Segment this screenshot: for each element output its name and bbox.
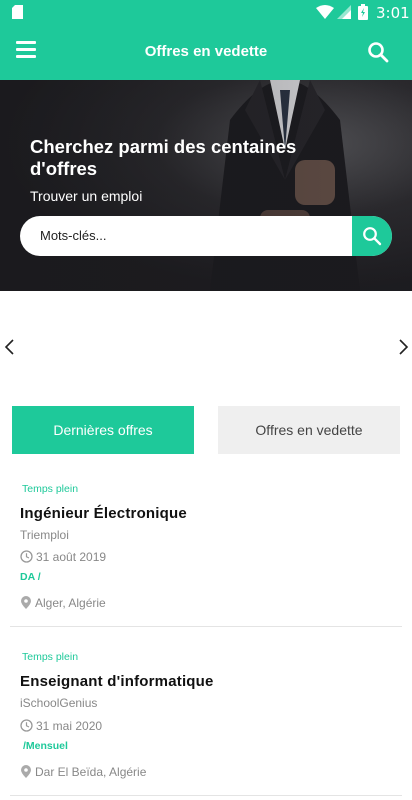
- clock-icon: [20, 550, 33, 563]
- job-type-badge: Temps plein: [22, 483, 79, 495]
- hero-banner: Cherchez parmi des centaines d'offres Tr…: [0, 80, 412, 291]
- hero-subtitle: Trouver un emploi: [30, 188, 143, 204]
- job-title[interactable]: Enseignant d'informatique: [20, 673, 214, 690]
- search-icon[interactable]: [366, 40, 390, 64]
- job-list-item[interactable]: Temps plein Ingénieur Électronique Triem…: [10, 470, 402, 627]
- job-company: iSchoolGenius: [20, 696, 98, 710]
- chevron-left-icon[interactable]: [3, 337, 17, 357]
- job-type-badge: Temps plein: [22, 651, 79, 663]
- job-location: Dar El Beïda, Algérie: [35, 765, 147, 779]
- job-company: Triemploi: [20, 528, 69, 542]
- job-salary: DA /: [20, 571, 41, 583]
- chevron-right-icon[interactable]: [396, 337, 410, 357]
- keyword-search-button[interactable]: [352, 216, 392, 256]
- job-salary: /Mensuel: [23, 740, 68, 752]
- signal-icon: [337, 5, 351, 19]
- location-pin-icon: [21, 596, 31, 609]
- job-title[interactable]: Ingénieur Électronique: [20, 505, 187, 522]
- tab-featured-offers[interactable]: Offres en vedette: [218, 406, 400, 454]
- app-bar: Offres en vedette: [0, 24, 412, 80]
- keyword-search-box[interactable]: Mots-clés...: [20, 216, 392, 256]
- page-title: Offres en vedette: [144, 43, 268, 60]
- job-date: 31 août 2019: [36, 550, 107, 564]
- job-date: 31 mai 2020: [36, 719, 103, 733]
- tab-latest-offers[interactable]: Dernières offres: [12, 406, 194, 454]
- status-bar: 3:01: [0, 0, 412, 24]
- offers-tabs: Dernières offres Offres en vedette: [12, 406, 400, 454]
- status-time: 3:01: [376, 4, 410, 22]
- job-location: Alger, Algérie: [35, 596, 106, 610]
- clock-icon: [20, 719, 33, 732]
- keyword-search-input[interactable]: Mots-clés...: [40, 228, 106, 243]
- wifi-icon: [316, 5, 334, 19]
- job-list-item[interactable]: Temps plein Enseignant d'informatique iS…: [10, 639, 402, 796]
- location-pin-icon: [21, 765, 31, 778]
- battery-icon: [358, 4, 368, 20]
- search-icon: [363, 227, 382, 246]
- sd-card-icon: [12, 5, 23, 19]
- hero-headline: Cherchez parmi des centaines d'offres: [30, 136, 297, 179]
